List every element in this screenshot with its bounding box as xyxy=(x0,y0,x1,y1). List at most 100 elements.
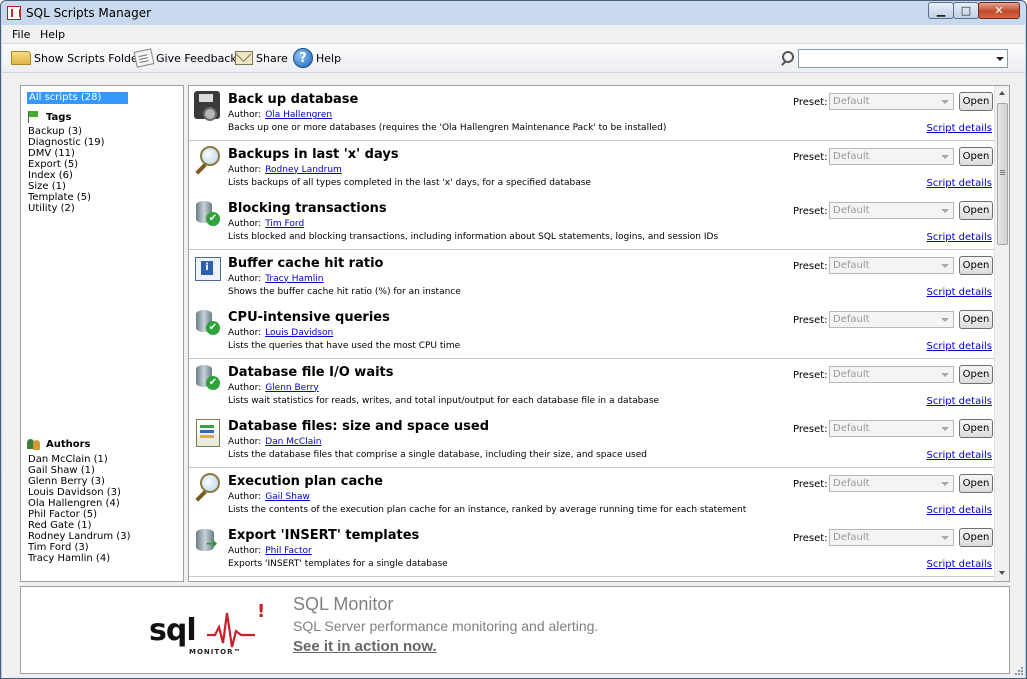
search-input-frame[interactable] xyxy=(798,48,1008,68)
open-button[interactable]: Open xyxy=(959,419,993,438)
preset-dropdown[interactable]: Default xyxy=(829,529,954,546)
script-row[interactable]: Database file I/O waits Author:Glenn Berr… xyxy=(189,358,995,414)
script-details-link[interactable]: Script details xyxy=(927,341,993,352)
author-item[interactable]: Red Gate (1) xyxy=(28,520,130,531)
author-link[interactable]: Louis Davidson xyxy=(265,328,333,338)
author-item[interactable]: Phil Factor (5) xyxy=(28,509,130,520)
chevron-down-icon xyxy=(941,481,949,486)
script-details-link[interactable]: Script details xyxy=(927,287,993,298)
help-button[interactable]: ? Help xyxy=(293,48,341,68)
resize-grip-icon[interactable] xyxy=(1014,666,1024,676)
tag-item-utility[interactable]: Utility (2) xyxy=(28,203,105,214)
author-item[interactable]: Tracy Hamlin (4) xyxy=(28,553,130,564)
script-details-link[interactable]: Script details xyxy=(927,178,993,189)
search-input[interactable] xyxy=(799,49,989,67)
open-button[interactable]: Open xyxy=(959,364,993,384)
open-button[interactable]: Open xyxy=(959,473,993,493)
preset-dropdown[interactable]: Default xyxy=(829,147,954,165)
ad-subtitle: SQL Server performance monitoring and al… xyxy=(293,618,599,634)
author-line: Author: Ola Hallengren xyxy=(228,110,332,120)
scroll-down-arrow[interactable] xyxy=(995,566,1009,581)
tag-item-size[interactable]: Size (1) xyxy=(28,181,105,192)
script-row[interactable]: Buffer cache hit ratio Author:Tracy Hamli… xyxy=(189,249,995,305)
give-feedback-button[interactable]: Give Feedback xyxy=(133,48,237,68)
author-item[interactable]: Louis Davidson (3) xyxy=(28,487,130,498)
preset-dropdown[interactable]: Default xyxy=(829,256,954,274)
tag-item-template[interactable]: Template (5) xyxy=(28,192,105,203)
chevron-down-icon xyxy=(941,154,949,159)
script-details-link[interactable]: Script details xyxy=(927,232,993,243)
script-row[interactable]: Blocking transactions Author:Tim Ford List… xyxy=(189,195,995,250)
open-button[interactable]: Open xyxy=(959,201,993,220)
scroll-thumb[interactable] xyxy=(997,103,1008,245)
author-link[interactable]: Phil Factor xyxy=(265,546,312,556)
ad-banner: sql ! MONITOR™ SQL Monitor SQL Server pe… xyxy=(20,586,1010,674)
scroll-up-arrow[interactable] xyxy=(995,86,1009,101)
chevron-down-icon xyxy=(941,372,949,377)
author-item[interactable]: Tim Ford (3) xyxy=(28,542,130,553)
tag-item-index[interactable]: Index (6) xyxy=(28,170,105,181)
script-description: Lists blocked and blocking transactions,… xyxy=(228,232,719,242)
preset-dropdown[interactable]: Default xyxy=(829,420,954,437)
tag-item-diagnostic[interactable]: Diagnostic (19) xyxy=(28,137,105,148)
tag-item-export[interactable]: Export (5) xyxy=(28,159,105,170)
show-scripts-folder-button[interactable]: Show Scripts Folder xyxy=(11,48,142,68)
author-item[interactable]: Dan McClain (1) xyxy=(28,454,130,465)
menu-file[interactable]: File xyxy=(12,28,30,41)
open-button[interactable]: Open xyxy=(959,146,993,166)
preset-dropdown[interactable]: Default xyxy=(829,365,954,383)
script-row[interactable]: Database files: size and space used Autho… xyxy=(189,413,995,468)
open-button[interactable]: Open xyxy=(959,92,993,111)
author-item[interactable]: Rodney Landrum (3) xyxy=(28,531,130,542)
open-button[interactable]: Open xyxy=(959,310,993,329)
menu-help[interactable]: Help xyxy=(40,28,65,41)
script-details-link[interactable]: Script details xyxy=(927,559,993,570)
app-window: SQL Scripts Manager ▁ □ ✕ File Help Show… xyxy=(0,0,1027,679)
script-details-link[interactable]: Script details xyxy=(927,450,993,461)
script-row[interactable]: Backups in last 'x' days Author: Rodney La… xyxy=(189,140,995,196)
preset-dropdown[interactable]: Default xyxy=(829,311,954,328)
close-button[interactable]: ✕ xyxy=(978,2,1020,19)
maximize-button[interactable]: □ xyxy=(953,2,979,19)
chevron-down-icon xyxy=(941,536,949,540)
tag-item-dmv[interactable]: DMV (11) xyxy=(28,148,105,159)
script-row[interactable]: Back up database Author: Ola Hallengren Bac… xyxy=(189,86,995,141)
author-item[interactable]: Glenn Berry (3) xyxy=(28,476,130,487)
author-item[interactable]: Ola Hallengren (4) xyxy=(28,498,130,509)
chevron-down-icon[interactable] xyxy=(996,56,1004,61)
share-button[interactable]: Share xyxy=(235,48,288,68)
author-label: Author: xyxy=(228,437,262,447)
open-button[interactable]: Open xyxy=(959,528,993,547)
preset-dropdown[interactable]: Default xyxy=(829,202,954,219)
vertical-scrollbar[interactable] xyxy=(994,86,1009,581)
minimize-button[interactable]: ▁ xyxy=(928,2,954,19)
author-item[interactable]: Gail Shaw (1) xyxy=(28,465,130,476)
script-details-link[interactable]: Script details xyxy=(927,123,993,134)
script-description: Lists the contents of the execution plan… xyxy=(228,504,747,515)
author-link[interactable]: Gail Shaw xyxy=(265,492,310,502)
open-button[interactable]: Open xyxy=(959,255,993,275)
author-link[interactable]: Rodney Landrum xyxy=(265,165,342,175)
preset-dropdown[interactable]: Default xyxy=(829,93,954,110)
script-row[interactable]: Export 'INSERT' templates Author:Phil Fac… xyxy=(189,522,995,577)
author-link[interactable]: Ola Hallengren xyxy=(265,110,332,120)
author-link[interactable]: Dan McClain xyxy=(265,437,321,447)
script-name: Export 'INSERT' templates xyxy=(228,528,420,543)
script-row[interactable]: CPU-intensive queries Author:Louis Davids… xyxy=(189,304,995,359)
author-label: Author: xyxy=(228,110,262,120)
preset-dropdown[interactable]: Default xyxy=(829,474,954,492)
script-row[interactable]: Execution plan cache Author: Gail Shaw List… xyxy=(189,467,995,523)
ad-cta-link[interactable]: See it in action now. xyxy=(293,638,437,655)
database-check-icon xyxy=(194,309,220,337)
tag-item-backup[interactable]: Backup (3) xyxy=(28,126,105,137)
script-details-link[interactable]: Script details xyxy=(927,505,993,516)
author-line: Author: Phil Factor xyxy=(228,546,312,556)
author-link[interactable]: Tim Ford xyxy=(265,219,304,229)
all-scripts-item[interactable]: All scripts (28) xyxy=(27,92,128,104)
filter-sidebar: All scripts (28) Tags Backup (3) Diagnos… xyxy=(20,85,184,582)
script-details-link[interactable]: Script details xyxy=(927,396,993,407)
author-line: Author: Dan McClain xyxy=(228,437,321,447)
author-link[interactable]: Tracy Hamlin xyxy=(265,274,323,284)
author-label: Author: xyxy=(228,546,262,556)
author-link[interactable]: Glenn Berry xyxy=(265,383,319,393)
